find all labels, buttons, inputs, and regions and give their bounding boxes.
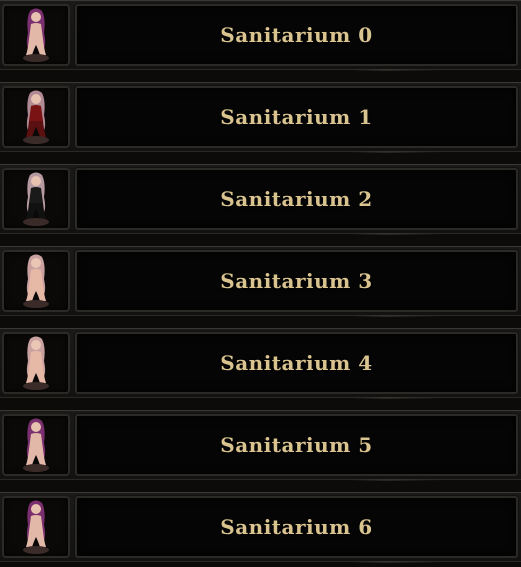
save-slot-portrait[interactable] — [2, 86, 70, 148]
save-slot-label: Sanitarium 6 — [220, 515, 373, 539]
save-slot-label: Sanitarium 4 — [220, 351, 373, 375]
save-slot-row: Sanitarium 6 — [0, 492, 521, 562]
save-slot-row: Sanitarium 5 — [0, 410, 521, 480]
save-slot-label: Sanitarium 2 — [220, 187, 373, 211]
save-slot-label: Sanitarium 5 — [220, 433, 373, 457]
save-slot-row: Sanitarium 0 — [0, 0, 521, 70]
save-slot-button[interactable]: Sanitarium 4 — [75, 332, 518, 394]
save-slot-button[interactable]: Sanitarium 6 — [75, 496, 518, 558]
character-portrait-icon — [23, 8, 49, 62]
save-slot-label: Sanitarium 0 — [220, 23, 373, 47]
save-slot-row: Sanitarium 3 — [0, 246, 521, 316]
character-portrait-icon — [23, 336, 49, 390]
save-slot-portrait[interactable] — [2, 4, 70, 66]
save-slot-row: Sanitarium 2 — [0, 164, 521, 234]
character-portrait-icon — [23, 90, 49, 144]
save-slot-button[interactable]: Sanitarium 2 — [75, 168, 518, 230]
save-slot-portrait[interactable] — [2, 496, 70, 558]
save-slot-button[interactable]: Sanitarium 3 — [75, 250, 518, 312]
character-portrait-icon — [23, 172, 49, 226]
save-slot-row: Sanitarium 4 — [0, 328, 521, 398]
save-slot-portrait[interactable] — [2, 168, 70, 230]
save-slot-button[interactable]: Sanitarium 1 — [75, 86, 518, 148]
save-slot-portrait[interactable] — [2, 332, 70, 394]
save-slot-button[interactable]: Sanitarium 5 — [75, 414, 518, 476]
save-slot-button[interactable]: Sanitarium 0 — [75, 4, 518, 66]
save-slot-row: Sanitarium 1 — [0, 82, 521, 152]
character-portrait-icon — [23, 418, 49, 472]
character-portrait-icon — [23, 500, 49, 554]
save-slot-portrait[interactable] — [2, 414, 70, 476]
save-slot-portrait[interactable] — [2, 250, 70, 312]
save-slot-label: Sanitarium 1 — [220, 105, 373, 129]
save-slot-list: Sanitarium 0 Sanitarium 1 Sanitarium 2 S… — [0, 0, 521, 567]
save-slot-label: Sanitarium 3 — [220, 269, 373, 293]
character-portrait-icon — [23, 254, 49, 308]
